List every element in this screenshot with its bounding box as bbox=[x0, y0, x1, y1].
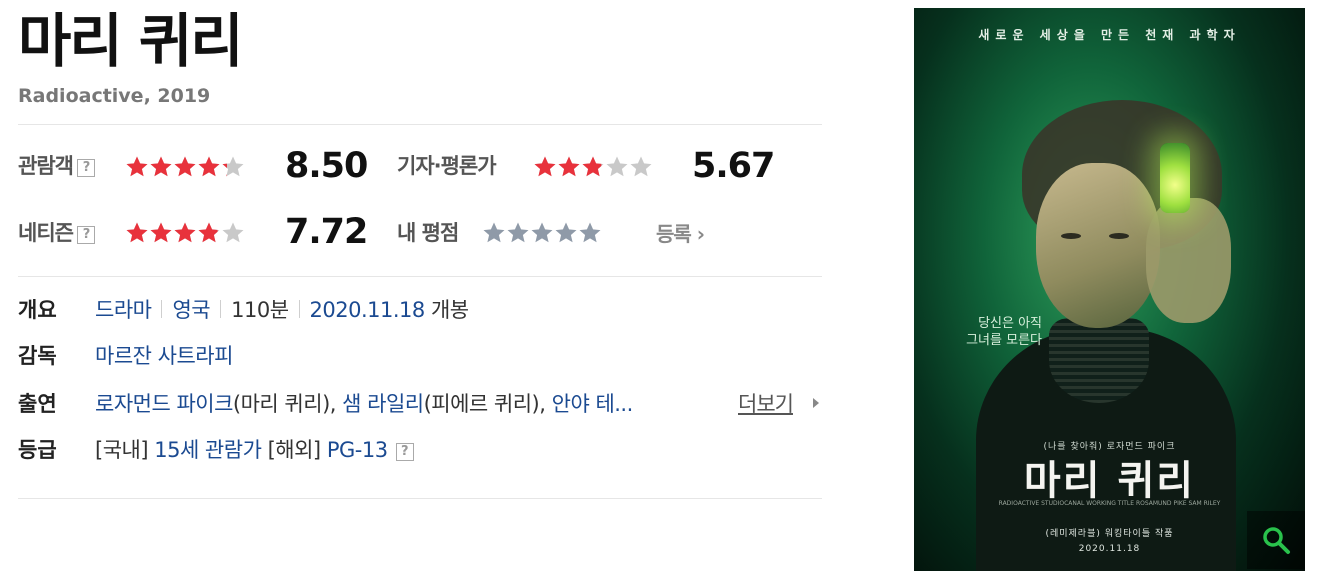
movie-poster[interactable]: 새로운 세상을 만든 천재 과학자 당신은 아직 그녀를 모른다 (나를 찾아줘)… bbox=[914, 8, 1305, 571]
cast-actor-link[interactable]: 샘 라일리 bbox=[342, 392, 424, 416]
director-label: 감독 bbox=[18, 344, 57, 368]
cast-role: (마리 퀴리) bbox=[232, 392, 330, 416]
audience-help-icon[interactable]: ? bbox=[76, 159, 95, 177]
poster-eye bbox=[1109, 233, 1129, 239]
star-icon bbox=[222, 156, 244, 177]
cast-more-link[interactable]: 더보기 bbox=[738, 390, 794, 418]
star-icon bbox=[150, 156, 172, 177]
poster-tagline: 새로운 세상을 만든 천재 과학자 bbox=[978, 28, 1241, 42]
more-arrow-icon bbox=[813, 398, 819, 408]
star-icon bbox=[582, 156, 604, 177]
my-score-label: 내 평점 bbox=[397, 221, 459, 245]
summary-label: 개요 bbox=[18, 298, 57, 322]
star-icon bbox=[630, 156, 652, 177]
poster-face bbox=[1036, 163, 1160, 328]
grade-row: [국내] 15세 관람가 [해외] PG-13? bbox=[95, 436, 414, 464]
poster-eye bbox=[1061, 233, 1081, 239]
cast-actor-link[interactable]: 안야 테... bbox=[552, 392, 634, 416]
star-icon bbox=[126, 222, 148, 243]
cast-separator: , bbox=[539, 392, 552, 416]
critic-stars bbox=[533, 155, 653, 179]
star-icon[interactable] bbox=[506, 221, 530, 245]
poster-fine-print: RADIOACTIVE STUDIOCANAL WORKING TITLE RO… bbox=[998, 500, 1221, 507]
grade-label: 등급 bbox=[18, 438, 57, 462]
grade-overseas-prefix: [해외] bbox=[267, 438, 322, 462]
release-date-link[interactable]: 2020.11.18 bbox=[310, 298, 426, 322]
poster-collar bbox=[1049, 318, 1149, 403]
star-icon bbox=[198, 222, 220, 243]
register-rating-link[interactable]: 등록 › bbox=[656, 220, 705, 248]
movie-title: 마리 퀴리 bbox=[18, 7, 244, 75]
poster-quote: 당신은 아직 그녀를 모른다 bbox=[966, 316, 1042, 348]
star-icon[interactable] bbox=[482, 221, 506, 245]
divider-bottom bbox=[18, 498, 822, 499]
star-icon[interactable] bbox=[578, 221, 602, 245]
star-icon bbox=[534, 156, 556, 177]
star-icon bbox=[174, 222, 196, 243]
cast-label: 출연 bbox=[18, 392, 57, 416]
poster-hand bbox=[1146, 198, 1231, 323]
star-icon[interactable] bbox=[554, 221, 578, 245]
cast-separator: , bbox=[329, 392, 343, 416]
runtime: 110분 bbox=[231, 298, 289, 322]
summary-row: 드라마 영국 110분 2020.11.18 개봉 bbox=[95, 296, 469, 324]
netizen-score: 7.72 bbox=[285, 212, 368, 252]
cast-row: 로자먼드 파이크(마리 퀴리), 샘 라일리(피에르 퀴리), 안야 테... bbox=[95, 390, 633, 418]
audience-stars bbox=[125, 155, 245, 179]
divider-middle bbox=[18, 276, 822, 277]
audience-score-label: 관람객? bbox=[18, 152, 95, 180]
star-icon bbox=[606, 156, 628, 177]
country-link[interactable]: 영국 bbox=[172, 298, 210, 322]
star-icon bbox=[150, 222, 172, 243]
poster-title: 마리 퀴리 bbox=[1023, 458, 1196, 504]
divider-top bbox=[18, 124, 822, 125]
netizen-help-icon[interactable]: ? bbox=[76, 226, 95, 244]
star-icon bbox=[198, 156, 220, 177]
genre-link[interactable]: 드라마 bbox=[95, 298, 152, 322]
separator bbox=[161, 300, 163, 318]
poster-vial bbox=[1160, 143, 1190, 213]
audience-score: 8.50 bbox=[285, 146, 368, 186]
movie-subtitle: Radioactive, 2019 bbox=[18, 85, 211, 107]
grade-help-icon[interactable]: ? bbox=[395, 443, 414, 461]
critic-score: 5.67 bbox=[692, 146, 775, 186]
release-suffix: 개봉 bbox=[430, 298, 469, 322]
director-row: 마르잔 사트라피 bbox=[95, 342, 233, 370]
poster-zoom-button[interactable] bbox=[1247, 511, 1305, 569]
netizen-score-label: 네티즌? bbox=[18, 219, 95, 247]
star-icon bbox=[222, 222, 244, 243]
my-rating-stars[interactable] bbox=[482, 221, 602, 245]
separator bbox=[298, 300, 300, 318]
grade-domestic-prefix: [국내] bbox=[95, 438, 149, 462]
star-icon[interactable] bbox=[530, 221, 554, 245]
netizen-stars bbox=[125, 221, 245, 245]
grade-overseas-link[interactable]: PG-13 bbox=[327, 438, 388, 462]
star-icon bbox=[174, 156, 196, 177]
cast-role: (피에르 퀴리) bbox=[423, 392, 540, 416]
separator bbox=[220, 300, 222, 318]
critic-score-label: 기자·평론가 bbox=[397, 154, 497, 178]
search-icon bbox=[1263, 527, 1290, 554]
director-link[interactable]: 마르잔 사트라피 bbox=[95, 344, 233, 368]
star-icon bbox=[126, 156, 148, 177]
star-icon bbox=[558, 156, 580, 177]
grade-domestic-link[interactable]: 15세 관람가 bbox=[154, 438, 262, 462]
cast-actor-link[interactable]: 로자먼드 파이크 bbox=[95, 392, 233, 416]
